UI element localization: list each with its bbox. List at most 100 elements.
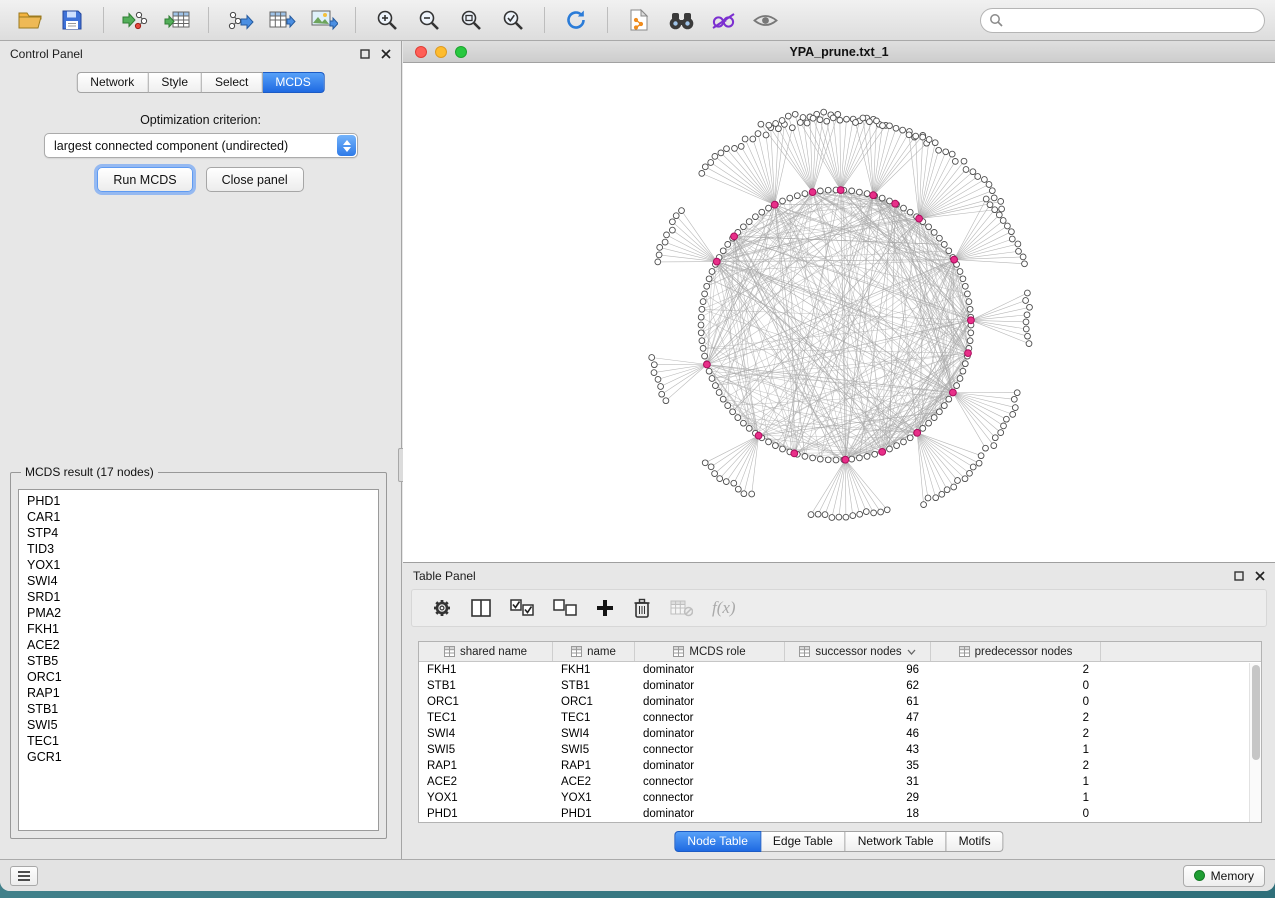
network-node[interactable] [946,396,952,402]
network-node[interactable] [1024,312,1030,318]
network-node[interactable] [982,177,988,183]
network-node[interactable] [787,195,793,201]
network-node[interactable] [1025,333,1031,339]
network-canvas[interactable] [403,63,1275,562]
network-node[interactable] [797,120,803,126]
network-node[interactable] [986,182,992,188]
network-hub-node[interactable] [892,200,899,207]
network-node[interactable] [962,476,968,482]
network-node[interactable] [720,396,726,402]
network-node[interactable] [983,196,989,202]
network-node[interactable] [738,144,744,150]
export-network-button[interactable] [220,4,260,36]
network-node[interactable] [1009,229,1015,235]
network-hub-node[interactable] [713,258,720,265]
network-node[interactable] [931,230,937,236]
network-node[interactable] [932,140,938,146]
network-node[interactable] [673,213,679,219]
network-node[interactable] [712,471,718,477]
network-node[interactable] [920,134,926,140]
table-row[interactable]: SWI5SWI5connector431 [419,742,1261,758]
network-node[interactable] [735,486,741,492]
network-hub-node[interactable] [916,215,923,222]
network-node[interactable] [808,512,814,518]
network-node[interactable] [824,118,830,124]
save-session-button[interactable] [52,4,92,36]
network-node[interactable] [698,314,704,320]
mcds-result-item[interactable]: STB1 [19,701,378,717]
network-node[interactable] [961,158,967,164]
mcds-result-item[interactable]: TEC1 [19,733,378,749]
column-header-MCDS-role[interactable]: MCDS role [635,642,785,661]
mcds-result-item[interactable]: RAP1 [19,685,378,701]
network-node[interactable] [1015,241,1021,247]
network-node[interactable] [724,146,730,152]
mcds-result-item[interactable]: PHD1 [19,493,378,509]
search-box[interactable] [980,8,1265,33]
network-node[interactable] [651,362,657,368]
zoom-in-button[interactable] [367,4,407,36]
share-document-button[interactable] [619,4,659,36]
network-node[interactable] [804,120,810,126]
network-node[interactable] [817,188,823,194]
network-node[interactable] [802,454,808,460]
mcds-result-list[interactable]: PHD1CAR1STP4TID3YOX1SWI4SRD1PMA2FKH1ACE2… [18,489,379,831]
network-node[interactable] [699,338,705,344]
network-node[interactable] [704,283,710,289]
network-node[interactable] [758,121,764,127]
network-node[interactable] [860,115,866,121]
network-hub-node[interactable] [870,192,877,199]
network-node[interactable] [989,188,995,194]
network-node[interactable] [829,515,835,521]
network-node[interactable] [830,115,836,121]
mcds-result-item[interactable]: CAR1 [19,509,378,525]
network-node[interactable] [901,205,907,211]
network-node[interactable] [702,460,708,466]
network-node[interactable] [955,478,961,484]
network-node[interactable] [960,276,966,282]
table-row[interactable]: YOX1YOX1connector291 [419,790,1261,806]
network-node[interactable] [887,446,893,452]
network-node[interactable] [735,415,741,421]
mcds-result-item[interactable]: TID3 [19,541,378,557]
network-hub-node[interactable] [791,450,798,457]
network-node[interactable] [732,146,738,152]
table-row[interactable]: FKH1FKH1dominator962 [419,662,1261,678]
network-node[interactable] [844,116,850,122]
network-node[interactable] [741,224,747,230]
show-details-button[interactable] [745,4,785,36]
network-node[interactable] [871,510,877,516]
network-node[interactable] [878,509,884,515]
network-node[interactable] [946,248,952,254]
network-node[interactable] [670,219,676,225]
network-node[interactable] [658,384,664,390]
network-node[interactable] [750,136,756,142]
show-columns-button[interactable] [471,599,491,617]
table-row[interactable]: TEC1TEC1connector472 [419,710,1261,726]
network-node[interactable] [708,464,714,470]
network-node[interactable] [833,457,839,463]
network-node[interactable] [663,398,669,404]
network-node[interactable] [931,415,937,421]
network-node[interactable] [1012,405,1018,411]
network-node[interactable] [983,445,989,451]
network-node[interactable] [779,118,785,124]
network-node[interactable] [718,150,724,156]
window-close-icon[interactable] [415,46,427,58]
network-node[interactable] [1025,290,1031,296]
mcds-result-item[interactable]: SWI5 [19,717,378,733]
network-node[interactable] [1001,423,1007,429]
network-node[interactable] [1009,236,1015,242]
network-node[interactable] [1023,298,1029,304]
float-panel-icon[interactable] [360,49,370,59]
network-node[interactable] [906,132,912,138]
network-node[interactable] [884,507,890,513]
network-node[interactable] [698,322,704,328]
network-node[interactable] [991,195,997,201]
network-node[interactable] [822,512,828,518]
network-node[interactable] [863,509,869,515]
network-hub-node[interactable] [704,361,711,368]
mcds-result-item[interactable]: ORC1 [19,669,378,685]
mcds-result-item[interactable]: PMA2 [19,605,378,621]
network-node[interactable] [789,125,795,131]
